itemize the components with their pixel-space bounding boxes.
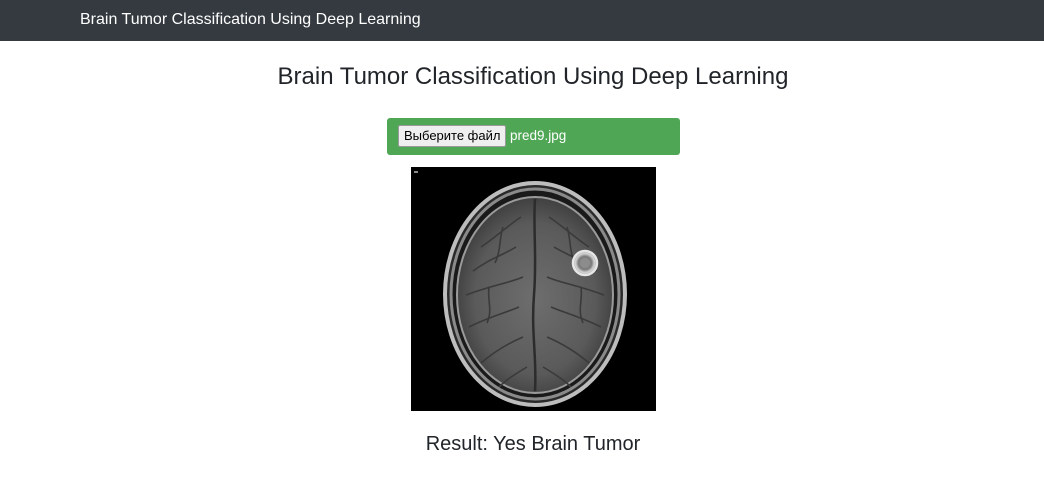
file-upload-form[interactable]: Выберите файл pred9.jpg: [387, 118, 680, 155]
mri-scan-image: [411, 167, 656, 411]
navbar: Brain Tumor Classification Using Deep Le…: [0, 0, 1044, 41]
page-title: Brain Tumor Classification Using Deep Le…: [277, 63, 789, 90]
navbar-brand[interactable]: Brain Tumor Classification Using Deep Le…: [80, 0, 421, 41]
mri-brain-image: [411, 167, 656, 411]
selected-file-name: pred9.jpg: [510, 128, 567, 143]
prediction-result: Result: Yes Brain Tumor: [425, 433, 641, 455]
choose-file-button[interactable]: Выберите файл: [398, 125, 507, 147]
